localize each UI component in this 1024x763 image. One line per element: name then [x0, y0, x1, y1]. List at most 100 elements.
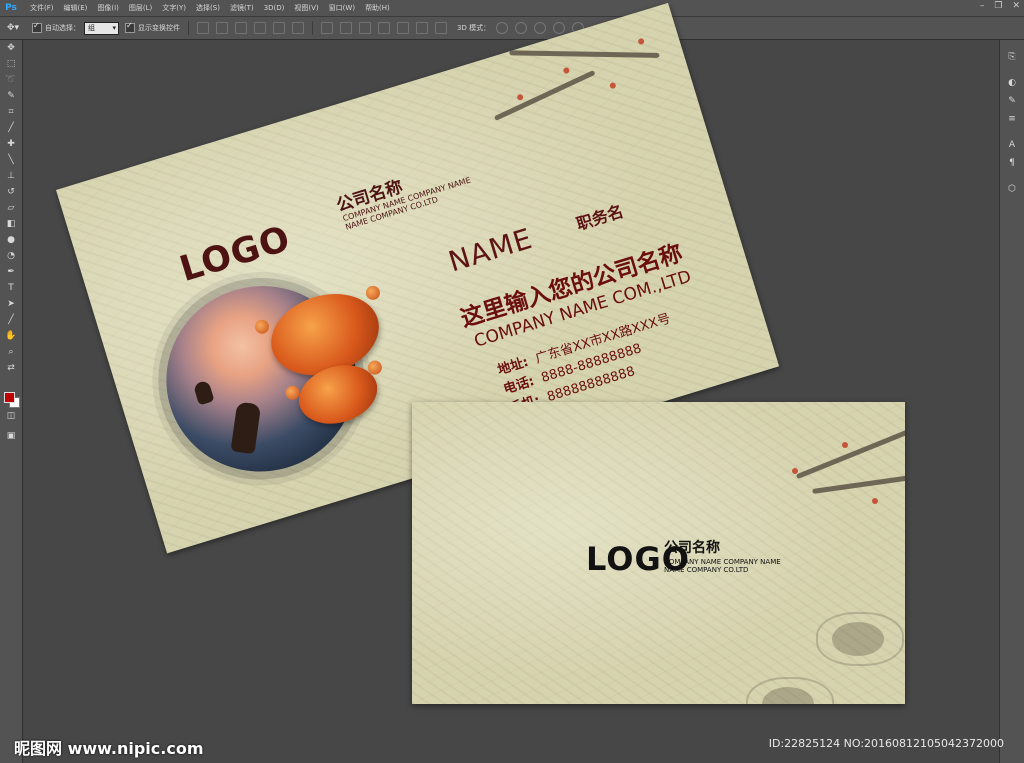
menu-edit[interactable]: 编辑(E) [59, 3, 93, 13]
foreground-color-swatch[interactable] [4, 392, 15, 403]
plum-blossom [609, 81, 617, 90]
3d-mode-label: 3D 模式： [457, 24, 491, 32]
restore-icon[interactable]: ❐ [994, 1, 1002, 11]
pen-tool-icon[interactable]: ✒ [0, 264, 22, 280]
menu-filter[interactable]: 滤镜(T) [225, 3, 259, 13]
hand-tool-icon[interactable]: ✋ [0, 328, 22, 344]
distribute-vcenter-icon[interactable] [340, 22, 352, 34]
zoom-tool-icon[interactable]: ⌕ [0, 344, 22, 360]
blur-tool-icon[interactable]: ● [0, 232, 22, 248]
marquee-tool-icon[interactable]: ⬚ [0, 56, 22, 72]
job-title: 职务名 [574, 201, 626, 234]
card-logo: LOGO [175, 218, 296, 291]
distribute-bottom-icon[interactable] [359, 22, 371, 34]
menu-file[interactable]: 文件(F) [25, 3, 59, 13]
3d-slide-icon[interactable] [553, 22, 566, 34]
panel-dock: ⎘ ◐ ✎ ≡ A ¶ ⬡ [999, 40, 1024, 763]
distribute-right-icon[interactable] [416, 22, 428, 34]
fishing-boat [230, 401, 262, 455]
healing-brush-tool-icon[interactable]: ✚ [0, 136, 22, 152]
image-id-watermark: ID:22825124 NO:20160812105042372000 [768, 737, 1004, 750]
ink-crab-illustration [746, 677, 834, 704]
align-right-icon[interactable] [292, 22, 304, 34]
business-card-back: LOGO 公司名称 COMPANY NAME COMPANY NAME NAME… [412, 402, 905, 704]
distribute-hcenter-icon[interactable] [397, 22, 409, 34]
brush-tool-icon[interactable]: ╲ [0, 152, 22, 168]
plum-blossom [842, 442, 848, 448]
auto-select-dropdown[interactable]: 组 [84, 21, 119, 35]
site-watermark: 昵图网 www.nipic.com [14, 739, 204, 758]
move-tool-icon[interactable]: ✥ [0, 40, 22, 56]
close-icon[interactable]: ✕ [1012, 1, 1020, 11]
auto-select-label: 自动选择： [45, 24, 80, 32]
auto-select-checkbox[interactable] [32, 21, 42, 33]
menu-3d[interactable]: 3D(D) [259, 4, 290, 12]
history-panel-icon[interactable]: ⎘ [1000, 48, 1024, 66]
menu-window[interactable]: 窗口(W) [324, 3, 360, 13]
align-vcenter-icon[interactable] [216, 22, 228, 34]
history-brush-tool-icon[interactable]: ↺ [0, 184, 22, 200]
company-name-en-line1: COMPANY NAME COMPANY NAME [664, 558, 781, 566]
properties-panel-icon[interactable]: ≡ [1000, 110, 1024, 128]
distribute-top-icon[interactable] [321, 22, 333, 34]
screen-mode-icon[interactable]: ▣ [0, 428, 22, 444]
character-panel-icon[interactable]: A [1000, 136, 1024, 154]
fishing-boat [192, 379, 215, 406]
auto-align-icon[interactable] [435, 22, 447, 34]
person-name: NAME [444, 221, 537, 279]
plum-branch [493, 69, 596, 121]
align-bottom-icon[interactable] [235, 22, 247, 34]
show-transform-checkbox[interactable] [125, 21, 135, 33]
swap-colors-icon[interactable]: ⇄ [0, 360, 22, 376]
menu-image[interactable]: 图像(I) [92, 3, 124, 13]
plum-blossom [637, 37, 645, 46]
clone-stamp-tool-icon[interactable]: ⊥ [0, 168, 22, 184]
menu-type[interactable]: 文字(Y) [157, 3, 191, 13]
tools-panel: ✥ ⬚ ➰ ✎ ⌗ ╱ ✚ ╲ ⊥ ↺ ▱ ◧ ● ◔ ✒ T ➤ ╱ ✋ ⌕ … [0, 40, 23, 763]
show-transform-label: 显示变换控件 [138, 24, 180, 32]
path-select-tool-icon[interactable]: ➤ [0, 296, 22, 312]
window-controls: – ❐ ✕ [980, 1, 1020, 11]
move-tool-preset-icon[interactable]: ✥▾ [0, 23, 26, 33]
menu-select[interactable]: 选择(S) [191, 3, 225, 13]
plum-blossom [562, 66, 571, 75]
align-hcenter-icon[interactable] [273, 22, 285, 34]
minimize-icon[interactable]: – [980, 1, 985, 11]
distribute-left-icon[interactable] [378, 22, 390, 34]
menu-help[interactable]: 帮助(H) [360, 3, 395, 13]
plum-blossom [516, 93, 524, 101]
align-left-icon[interactable] [254, 22, 266, 34]
eraser-tool-icon[interactable]: ▱ [0, 200, 22, 216]
crop-tool-icon[interactable]: ⌗ [0, 104, 22, 120]
lasso-tool-icon[interactable]: ➰ [0, 72, 22, 88]
company-name-en-line2: NAME COMPANY CO.LTD [664, 566, 749, 575]
dodge-tool-icon[interactable]: ◔ [0, 248, 22, 264]
plum-branch [812, 475, 905, 494]
menu-view[interactable]: 视图(V) [289, 3, 323, 13]
align-top-icon[interactable] [197, 22, 209, 34]
quick-select-tool-icon[interactable]: ✎ [0, 88, 22, 104]
company-name-en: COMPANY NAME COMPANY NAME NAME COMPANY C… [664, 558, 781, 574]
3d-roll-icon[interactable] [515, 22, 528, 34]
gradient-tool-icon[interactable]: ◧ [0, 216, 22, 232]
distribute-buttons [321, 22, 447, 34]
3d-rotate-icon[interactable] [496, 22, 509, 34]
align-buttons [197, 22, 304, 34]
paragraph-panel-icon[interactable]: ¶ [1000, 154, 1024, 172]
shape-tool-icon[interactable]: ╱ [0, 312, 22, 328]
3d-panel-icon[interactable]: ⬡ [1000, 180, 1024, 198]
ink-crab-illustration [816, 612, 904, 666]
menu-layer[interactable]: 图层(L) [124, 3, 157, 13]
company-name-cn: 公司名称 [664, 540, 720, 556]
brush-panel-icon[interactable]: ✎ [1000, 92, 1024, 110]
3d-pan-icon[interactable] [534, 22, 547, 34]
eyedropper-tool-icon[interactable]: ╱ [0, 120, 22, 136]
type-tool-icon[interactable]: T [0, 280, 22, 296]
plum-branch [795, 425, 905, 480]
menu-bar: Ps 文件(F) 编辑(E) 图像(I) 图层(L) 文字(Y) 选择(S) 滤… [0, 0, 1024, 17]
quick-mask-icon[interactable]: ◫ [0, 408, 22, 424]
separator [312, 21, 313, 35]
plum-blossom [872, 498, 878, 504]
separator [188, 21, 189, 35]
adjustments-panel-icon[interactable]: ◐ [1000, 74, 1024, 92]
